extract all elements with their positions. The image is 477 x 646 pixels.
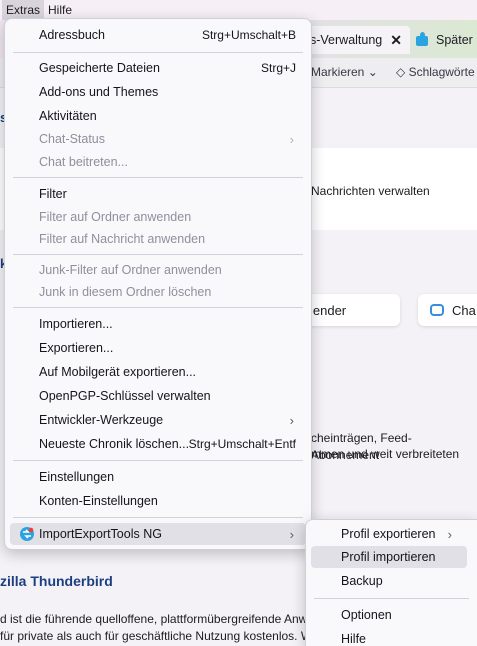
menu-item-join-chat[interactable]: Chat beitreten...	[10, 151, 306, 173]
menu-item-clear-history[interactable]: Neueste Chronik löschen... Strg+Umschalt+…	[10, 433, 306, 455]
chevron-right-icon: ›	[447, 526, 452, 542]
menu-item-filter[interactable]: Filter	[10, 183, 306, 205]
menu-item-junk-filter[interactable]: Junk-Filter auf Ordner anwenden	[10, 259, 306, 281]
submenu-item-import-profile[interactable]: Profil importieren	[311, 546, 467, 568]
menu-item-filter-folder[interactable]: Filter auf Ordner anwenden	[10, 206, 306, 228]
description-line: mmen und weit verbreiteten	[311, 447, 460, 461]
menubar-extras[interactable]: Extras	[2, 0, 45, 20]
menu-item-openpgp[interactable]: OpenPGP-Schlüssel verwalten	[10, 385, 306, 407]
tab-account-management[interactable]: s-Verwaltung ✕	[300, 26, 410, 54]
menu-item-delete-junk[interactable]: Junk in diesem Ordner löschen	[10, 281, 306, 303]
menu-item-addons[interactable]: Add-ons und Themes	[10, 81, 306, 103]
chat-button[interactable]: Cha	[418, 294, 477, 326]
menu-item-activities[interactable]: Aktivitäten	[10, 105, 306, 127]
chevron-right-icon: ›	[289, 131, 294, 147]
about-heading: zilla Thunderbird	[0, 573, 113, 589]
close-icon[interactable]: ✕	[390, 32, 402, 49]
tab-label: s-Verwaltung	[310, 33, 383, 47]
puzzle-icon	[414, 32, 430, 48]
menu-item-adressbuch[interactable]: Adressbuch Strg+Umschalt+B	[10, 24, 306, 46]
about-line: für private als auch für geschäftliche N…	[0, 629, 313, 643]
extras-menu: Adressbuch Strg+Umschalt+B Gespeicherte D…	[4, 18, 312, 550]
manage-messages-link[interactable]: Nachrichten verwalten	[311, 184, 430, 198]
menu-item-import[interactable]: Importieren...	[10, 313, 306, 335]
menu-item-mobile-export[interactable]: Auf Mobilgerät exportieren...	[10, 361, 306, 383]
mark-button[interactable]: Markieren ⌄	[311, 65, 378, 79]
menu-item-settings[interactable]: Einstellungen	[10, 466, 306, 488]
chevron-right-icon: ›	[289, 526, 294, 542]
menu-item-account-settings[interactable]: Konten-Einstellungen	[10, 490, 306, 512]
menu-item-dev-tools[interactable]: Entwickler-Werkzeuge ›	[10, 409, 306, 431]
submenu-item-backup[interactable]: Backup	[311, 570, 472, 592]
about-line: d ist die führende quelloffene, plattfor…	[0, 612, 308, 626]
tag-icon: ◇	[396, 65, 406, 79]
menu-item-saved-files[interactable]: Gespeicherte Dateien Strg+J	[10, 57, 306, 79]
chevron-right-icon: ›	[289, 412, 294, 428]
tags-button[interactable]: ◇ Schlagwörte	[396, 65, 475, 79]
submenu-item-export-profile[interactable]: Profil exportieren ›	[311, 523, 472, 545]
menu-item-chat-status[interactable]: Chat-Status ›	[10, 128, 306, 150]
submenu-item-help[interactable]: Hilfe	[311, 628, 472, 646]
tab-label: Später	[436, 33, 473, 47]
calendar-button[interactable]: lender	[300, 294, 400, 326]
menu-item-importexporttools[interactable]: ImportExportTools NG ›	[10, 523, 306, 545]
tab-later[interactable]: Später	[414, 26, 473, 54]
menu-item-filter-message[interactable]: Filter auf Nachricht anwenden	[10, 228, 306, 250]
menubar-hilfe[interactable]: Hilfe	[44, 0, 76, 20]
menu-item-export[interactable]: Exportieren...	[10, 337, 306, 359]
submenu-item-options[interactable]: Optionen	[311, 604, 472, 626]
importexport-submenu: Profil exportieren › Profil importieren B…	[305, 519, 477, 646]
menu-bar: Extras Hilfe	[0, 0, 477, 20]
importexport-icon	[20, 527, 34, 541]
chevron-down-icon: ⌄	[367, 65, 378, 79]
chat-icon	[430, 304, 444, 316]
